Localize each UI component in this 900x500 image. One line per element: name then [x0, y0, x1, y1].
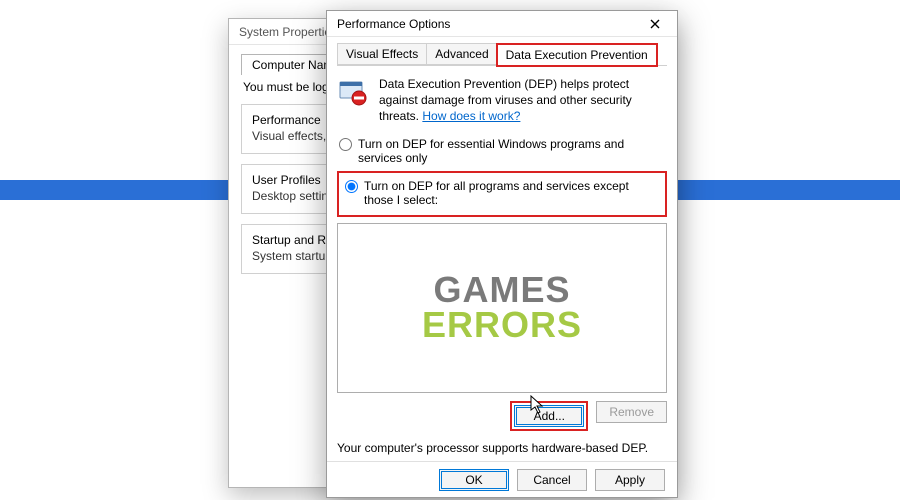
performance-options-tabs: Visual Effects Advanced Data Execution P… — [337, 43, 667, 66]
dep-description-row: Data Execution Prevention (DEP) helps pr… — [337, 76, 667, 125]
stage: System Properties Computer Name You must… — [0, 0, 900, 500]
performance-options-body: Visual Effects Advanced Data Execution P… — [327, 37, 677, 497]
add-button[interactable]: Add... — [514, 405, 584, 427]
radio-dep-all-label: Turn on DEP for all programs and service… — [364, 179, 659, 207]
tab-visual-effects[interactable]: Visual Effects — [337, 43, 427, 65]
tab-dep[interactable]: Data Execution Prevention — [497, 44, 657, 66]
radio-dep-essential[interactable] — [339, 138, 352, 151]
dep-description: Data Execution Prevention (DEP) helps pr… — [379, 76, 667, 125]
dep-exception-list[interactable]: GAMES ERRORS — [337, 223, 667, 393]
cancel-button[interactable]: Cancel — [517, 469, 587, 491]
radio-dep-all-row[interactable]: Turn on DEP for all programs and service… — [343, 177, 661, 209]
list-button-row: Add... Remove — [337, 401, 667, 431]
close-icon — [650, 16, 660, 32]
dialog-title-performance-options: Performance Options — [337, 17, 450, 31]
dialog-performance-options: Performance Options Visual Effects Advan… — [326, 10, 678, 498]
watermark: GAMES ERRORS — [338, 224, 666, 392]
watermark-line1: GAMES — [433, 273, 570, 307]
apply-button[interactable]: Apply — [595, 469, 665, 491]
dep-how-link[interactable]: How does it work? — [422, 109, 520, 123]
titlebar-performance-options: Performance Options — [327, 11, 677, 37]
close-button[interactable] — [639, 14, 671, 34]
radio-dep-all[interactable] — [345, 180, 358, 193]
dep-status: Your computer's processor supports hardw… — [337, 441, 667, 455]
radio-dep-essential-row[interactable]: Turn on DEP for essential Windows progra… — [337, 135, 667, 167]
shield-icon — [337, 76, 369, 108]
tab-advanced[interactable]: Advanced — [426, 43, 497, 65]
radio-dep-all-highlight: Turn on DEP for all programs and service… — [337, 171, 667, 217]
dialog-footer: OK Cancel Apply — [327, 461, 677, 497]
watermark-line2: ERRORS — [422, 308, 582, 342]
remove-button: Remove — [596, 401, 667, 423]
ok-button[interactable]: OK — [439, 469, 509, 491]
add-button-highlight: Add... — [510, 401, 588, 431]
radio-dep-essential-label: Turn on DEP for essential Windows progra… — [358, 137, 665, 165]
